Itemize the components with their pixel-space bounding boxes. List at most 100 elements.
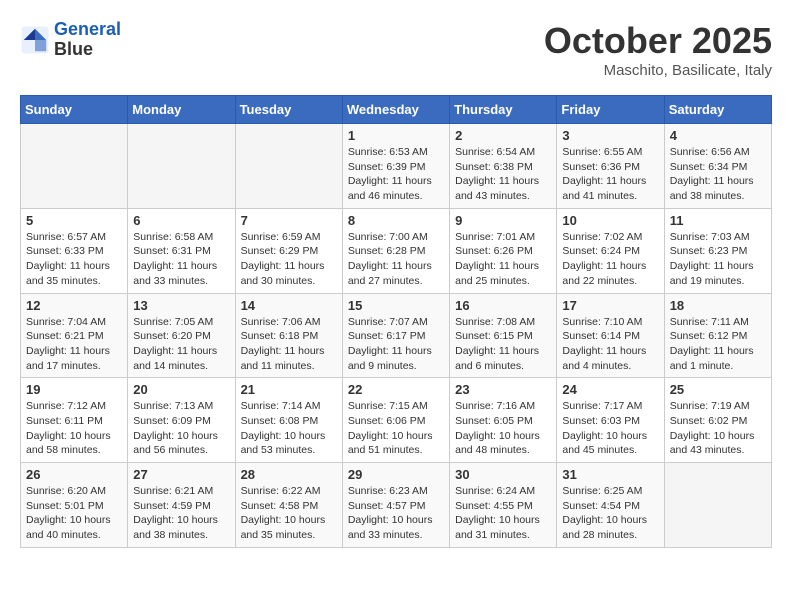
- day-info: Sunrise: 7:19 AM Sunset: 6:02 PM Dayligh…: [670, 399, 766, 458]
- day-info: Sunrise: 7:13 AM Sunset: 6:09 PM Dayligh…: [133, 399, 229, 458]
- day-number: 11: [670, 213, 766, 228]
- logo-icon: [20, 25, 50, 55]
- day-number: 8: [348, 213, 444, 228]
- calendar-week-row: 5Sunrise: 6:57 AM Sunset: 6:33 PM Daylig…: [21, 208, 772, 293]
- calendar-cell: 16 Sunrise: 7:08 AM Sunset: 6:15 PM Dayli…: [450, 293, 557, 378]
- title-section: October 2025 Maschito, Basilicate, Italy: [544, 20, 772, 79]
- month-title: October 2025: [544, 20, 772, 62]
- calendar-cell: 27Sunrise: 6:21 AM Sunset: 4:59 PM Dayli…: [128, 463, 235, 548]
- calendar-cell: 10 Sunrise: 7:02 AM Sunset: 6:24 PM Dayli…: [557, 208, 664, 293]
- day-info: Sunrise: 6:55 AM Sunset: 6:36 PM Dayligh…: [562, 145, 658, 204]
- day-number: 12: [26, 298, 122, 313]
- calendar-cell: 14Sunrise: 7:06 AM Sunset: 6:18 PM Dayli…: [235, 293, 342, 378]
- day-info: Sunrise: 6:56 AM Sunset: 6:34 PM Dayligh…: [670, 145, 766, 204]
- day-info: Sunrise: 6:24 AM Sunset: 4:55 PM Dayligh…: [455, 484, 551, 543]
- calendar-week-row: 1 Sunrise: 6:53 AM Sunset: 6:39 PM Daylig…: [21, 124, 772, 209]
- day-info: Sunrise: 7:17 AM Sunset: 6:03 PM Dayligh…: [562, 399, 658, 458]
- day-info: Sunrise: 6:53 AM Sunset: 6:39 PM Dayligh…: [348, 145, 444, 204]
- day-number: 6: [133, 213, 229, 228]
- calendar-cell: 11 Sunrise: 7:03 AM Sunset: 6:23 PM Dayli…: [664, 208, 771, 293]
- calendar-cell: 24 Sunrise: 7:17 AM Sunset: 6:03 PM Dayli…: [557, 378, 664, 463]
- calendar-cell: 19Sunrise: 7:12 AM Sunset: 6:11 PM Dayli…: [21, 378, 128, 463]
- day-info: Sunrise: 7:03 AM Sunset: 6:23 PM Dayligh…: [670, 230, 766, 289]
- calendar-cell: 8 Sunrise: 7:00 AM Sunset: 6:28 PM Daylig…: [342, 208, 449, 293]
- day-number: 30: [455, 467, 551, 482]
- day-number: 18: [670, 298, 766, 313]
- calendar-cell: [21, 124, 128, 209]
- day-number: 22: [348, 382, 444, 397]
- day-number: 17: [562, 298, 658, 313]
- day-info: Sunrise: 6:22 AM Sunset: 4:58 PM Dayligh…: [241, 484, 337, 543]
- day-info: Sunrise: 7:02 AM Sunset: 6:24 PM Dayligh…: [562, 230, 658, 289]
- day-number: 28: [241, 467, 337, 482]
- day-number: 1: [348, 128, 444, 143]
- calendar-cell: 12 Sunrise: 7:04 AM Sunset: 6:21 PM Dayli…: [21, 293, 128, 378]
- calendar-cell: 4 Sunrise: 6:56 AM Sunset: 6:34 PM Daylig…: [664, 124, 771, 209]
- calendar-cell: 22 Sunrise: 7:15 AM Sunset: 6:06 PM Dayli…: [342, 378, 449, 463]
- calendar-cell: 3 Sunrise: 6:55 AM Sunset: 6:36 PM Daylig…: [557, 124, 664, 209]
- day-info: Sunrise: 6:25 AM Sunset: 4:54 PM Dayligh…: [562, 484, 658, 543]
- calendar-table: SundayMondayTuesdayWednesdayThursdayFrid…: [20, 95, 772, 548]
- weekday-header: Monday: [128, 96, 235, 124]
- day-number: 23: [455, 382, 551, 397]
- calendar-cell: 5Sunrise: 6:57 AM Sunset: 6:33 PM Daylig…: [21, 208, 128, 293]
- day-info: Sunrise: 6:54 AM Sunset: 6:38 PM Dayligh…: [455, 145, 551, 204]
- logo-text: General Blue: [54, 20, 121, 60]
- day-number: 24: [562, 382, 658, 397]
- calendar-cell: 7 Sunrise: 6:59 AM Sunset: 6:29 PM Daylig…: [235, 208, 342, 293]
- calendar-cell: [664, 463, 771, 548]
- day-info: Sunrise: 6:58 AM Sunset: 6:31 PM Dayligh…: [133, 230, 229, 289]
- day-number: 26: [26, 467, 122, 482]
- day-info: Sunrise: 6:23 AM Sunset: 4:57 PM Dayligh…: [348, 484, 444, 543]
- calendar-cell: 29 Sunrise: 6:23 AM Sunset: 4:57 PM Dayli…: [342, 463, 449, 548]
- calendar-cell: 6 Sunrise: 6:58 AM Sunset: 6:31 PM Daylig…: [128, 208, 235, 293]
- day-number: 10: [562, 213, 658, 228]
- day-info: Sunrise: 7:16 AM Sunset: 6:05 PM Dayligh…: [455, 399, 551, 458]
- calendar-cell: 25Sunrise: 7:19 AM Sunset: 6:02 PM Dayli…: [664, 378, 771, 463]
- calendar-week-row: 19Sunrise: 7:12 AM Sunset: 6:11 PM Dayli…: [21, 378, 772, 463]
- calendar-cell: 30 Sunrise: 6:24 AM Sunset: 4:55 PM Dayli…: [450, 463, 557, 548]
- day-number: 13: [133, 298, 229, 313]
- day-info: Sunrise: 7:06 AM Sunset: 6:18 PM Dayligh…: [241, 315, 337, 374]
- day-info: Sunrise: 6:59 AM Sunset: 6:29 PM Dayligh…: [241, 230, 337, 289]
- calendar-cell: 13 Sunrise: 7:05 AM Sunset: 6:20 PM Dayli…: [128, 293, 235, 378]
- day-number: 7: [241, 213, 337, 228]
- calendar-cell: 9Sunrise: 7:01 AM Sunset: 6:26 PM Daylig…: [450, 208, 557, 293]
- weekday-header-row: SundayMondayTuesdayWednesdayThursdayFrid…: [21, 96, 772, 124]
- day-info: Sunrise: 6:21 AM Sunset: 4:59 PM Dayligh…: [133, 484, 229, 543]
- day-number: 3: [562, 128, 658, 143]
- day-info: Sunrise: 7:04 AM Sunset: 6:21 PM Dayligh…: [26, 315, 122, 374]
- day-number: 2: [455, 128, 551, 143]
- day-number: 15: [348, 298, 444, 313]
- calendar-cell: 1 Sunrise: 6:53 AM Sunset: 6:39 PM Daylig…: [342, 124, 449, 209]
- calendar-cell: [128, 124, 235, 209]
- calendar-week-row: 26 Sunrise: 6:20 AM Sunset: 5:01 PM Dayli…: [21, 463, 772, 548]
- weekday-header: Saturday: [664, 96, 771, 124]
- day-number: 19: [26, 382, 122, 397]
- calendar-cell: 17Sunrise: 7:10 AM Sunset: 6:14 PM Dayli…: [557, 293, 664, 378]
- day-info: Sunrise: 7:11 AM Sunset: 6:12 PM Dayligh…: [670, 315, 766, 374]
- day-info: Sunrise: 6:57 AM Sunset: 6:33 PM Dayligh…: [26, 230, 122, 289]
- calendar-week-row: 12 Sunrise: 7:04 AM Sunset: 6:21 PM Dayli…: [21, 293, 772, 378]
- weekday-header: Thursday: [450, 96, 557, 124]
- weekday-header: Friday: [557, 96, 664, 124]
- location: Maschito, Basilicate, Italy: [544, 62, 772, 79]
- calendar-cell: [235, 124, 342, 209]
- day-number: 16: [455, 298, 551, 313]
- calendar-cell: 26 Sunrise: 6:20 AM Sunset: 5:01 PM Dayli…: [21, 463, 128, 548]
- day-info: Sunrise: 6:20 AM Sunset: 5:01 PM Dayligh…: [26, 484, 122, 543]
- calendar-cell: 28 Sunrise: 6:22 AM Sunset: 4:58 PM Dayli…: [235, 463, 342, 548]
- day-info: Sunrise: 7:00 AM Sunset: 6:28 PM Dayligh…: [348, 230, 444, 289]
- day-info: Sunrise: 7:07 AM Sunset: 6:17 PM Dayligh…: [348, 315, 444, 374]
- day-info: Sunrise: 7:01 AM Sunset: 6:26 PM Dayligh…: [455, 230, 551, 289]
- day-number: 31: [562, 467, 658, 482]
- weekday-header: Tuesday: [235, 96, 342, 124]
- day-info: Sunrise: 7:15 AM Sunset: 6:06 PM Dayligh…: [348, 399, 444, 458]
- day-info: Sunrise: 7:14 AM Sunset: 6:08 PM Dayligh…: [241, 399, 337, 458]
- day-info: Sunrise: 7:08 AM Sunset: 6:15 PM Dayligh…: [455, 315, 551, 374]
- page-header: General Blue October 2025 Maschito, Basi…: [20, 20, 772, 79]
- day-info: Sunrise: 7:05 AM Sunset: 6:20 PM Dayligh…: [133, 315, 229, 374]
- calendar-cell: 18 Sunrise: 7:11 AM Sunset: 6:12 PM Dayli…: [664, 293, 771, 378]
- day-number: 4: [670, 128, 766, 143]
- day-number: 29: [348, 467, 444, 482]
